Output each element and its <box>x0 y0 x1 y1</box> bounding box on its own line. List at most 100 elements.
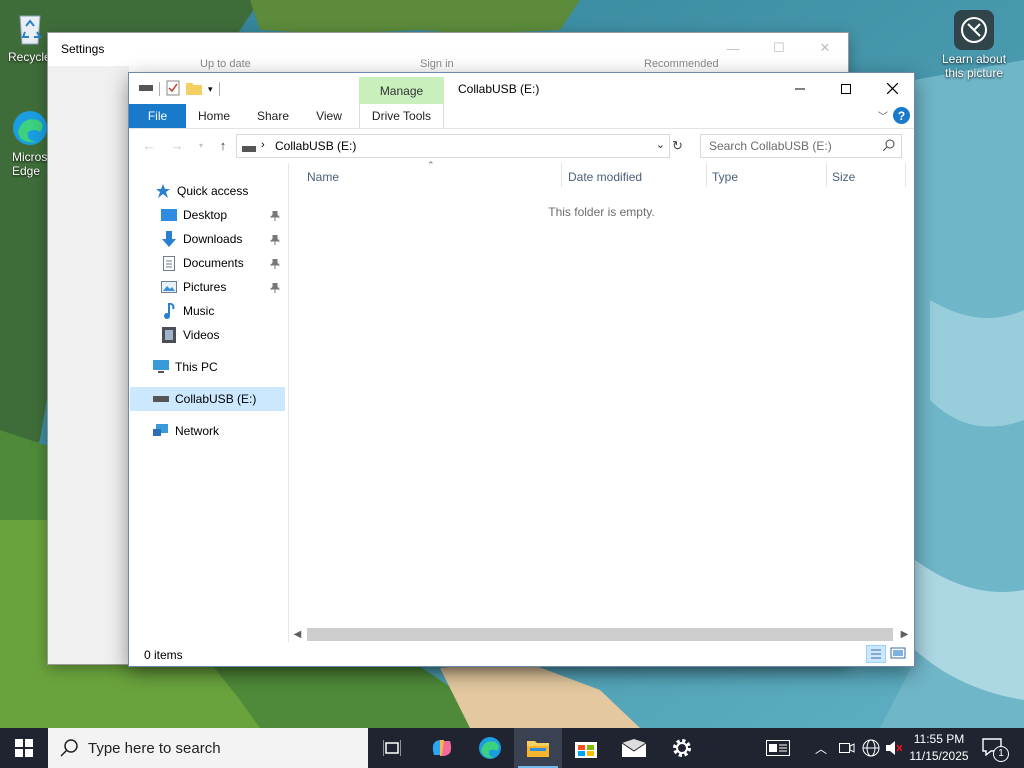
clock-time[interactable]: 11:55 PM <box>908 732 970 746</box>
volume-muted-icon[interactable] <box>886 740 903 759</box>
folder-icon <box>527 741 549 757</box>
camera-aperture-icon <box>954 10 994 50</box>
download-arrow-icon <box>161 231 177 247</box>
nav-downloads[interactable]: Downloads <box>161 227 242 251</box>
column-header-type[interactable]: Type <box>712 170 738 184</box>
pin-icon[interactable] <box>269 234 281 245</box>
new-folder-icon[interactable] <box>186 81 202 98</box>
tab-drive-tools[interactable]: Drive Tools <box>359 104 444 128</box>
drive-icon <box>242 142 256 156</box>
show-hidden-icons-chevron-icon[interactable]: ︿ <box>815 740 827 757</box>
recycle-bin-icon <box>10 8 50 48</box>
breadcrumb-separator-icon: › <box>261 139 265 151</box>
nav-quick-access[interactable]: Quick access <box>155 179 248 203</box>
back-arrow-icon[interactable]: ← <box>139 137 159 153</box>
minimize-button[interactable] <box>777 73 823 104</box>
nav-network[interactable]: Network <box>153 419 219 443</box>
notification-badge: 1 <box>993 746 1009 762</box>
properties-icon[interactable] <box>166 80 180 99</box>
address-bar[interactable]: › CollabUSB (E:) ⌄ <box>236 134 670 158</box>
nav-network-label: Network <box>175 424 220 438</box>
nav-music-label: Music <box>183 304 215 318</box>
search-icon[interactable] <box>882 139 895 154</box>
nav-videos[interactable]: Videos <box>161 323 219 347</box>
file-explorer-window[interactable]: ▾ Manage CollabUSB (E:) File Home Share … <box>129 73 914 666</box>
tab-share[interactable]: Share <box>249 104 297 128</box>
maximize-button[interactable] <box>823 73 869 104</box>
up-arrow-icon[interactable]: ↑ <box>213 137 233 153</box>
scroll-left-icon[interactable]: ◀ <box>289 626 306 643</box>
mail-icon <box>622 739 646 757</box>
column-header-name[interactable]: Name <box>307 170 339 184</box>
large-icons-view-icon[interactable] <box>890 646 906 663</box>
taskbar-search-placeholder: Type here to search <box>88 740 221 757</box>
forward-arrow-icon[interactable]: → <box>167 137 187 153</box>
refresh-icon[interactable]: ↻ <box>672 139 688 153</box>
settings-peek-status: Up to date <box>200 58 251 70</box>
settings-taskbar-button[interactable] <box>658 728 706 768</box>
usb-drive-icon <box>153 391 169 407</box>
scroll-right-icon[interactable]: ▶ <box>896 626 913 643</box>
learn-about-picture-shortcut[interactable]: Learn about this picture <box>938 10 1010 80</box>
pin-icon[interactable] <box>269 258 281 269</box>
navigation-pane: Quick access Desktop Downloads Documents… <box>129 163 289 642</box>
nav-this-pc[interactable]: This PC <box>153 355 218 379</box>
settings-peek-recommended: Recommended <box>644 58 719 70</box>
help-icon[interactable]: ? <box>893 107 910 124</box>
nav-pictures[interactable]: Pictures <box>161 275 226 299</box>
pin-icon[interactable] <box>269 282 281 293</box>
picture-icon <box>161 279 177 295</box>
breadcrumb[interactable]: CollabUSB (E:) <box>275 139 356 153</box>
nav-desktop[interactable]: Desktop <box>161 203 227 227</box>
expand-ribbon-chevron-icon[interactable]: ﹀ <box>878 108 888 123</box>
document-icon <box>161 255 177 271</box>
computer-icon <box>153 359 169 375</box>
address-dropdown-chevron-icon[interactable]: ⌄ <box>656 138 665 151</box>
tab-manage[interactable]: Manage <box>359 77 444 104</box>
navigation-bar: ← → ▾ ↑ › CollabUSB (E:) ⌄ ↻ Search Coll… <box>129 129 914 161</box>
nav-downloads-label: Downloads <box>183 232 243 246</box>
start-button[interactable] <box>0 728 48 768</box>
edge-taskbar-button[interactable] <box>466 728 514 768</box>
clock-date[interactable]: 11/15/2025 <box>906 749 972 763</box>
settings-peek-account: Sign in <box>420 58 454 70</box>
edge-icon <box>10 108 50 148</box>
meet-now-icon[interactable] <box>839 740 855 759</box>
details-view-icon[interactable] <box>866 645 886 663</box>
store-icon <box>575 742 597 758</box>
desktop-folder-icon <box>161 207 177 223</box>
tab-file[interactable]: File <box>129 104 186 128</box>
status-bar: 0 items <box>129 643 914 666</box>
column-header-size[interactable]: Size <box>832 170 855 184</box>
nav-music[interactable]: Music <box>161 299 214 323</box>
file-list[interactable]: ⌃ Name Date modified Type Size This fold… <box>289 160 914 639</box>
copilot-button[interactable] <box>418 728 466 768</box>
recent-locations-chevron-icon[interactable]: ▾ <box>191 137 211 153</box>
quick-access-toolbar: ▾ <box>139 80 226 98</box>
nav-pictures-label: Pictures <box>183 280 227 294</box>
settings-sidebar <box>48 66 129 664</box>
nav-collabusb-drive[interactable]: CollabUSB (E:) <box>130 387 285 411</box>
search-input[interactable]: Search CollabUSB (E:) <box>700 134 902 158</box>
pin-icon[interactable] <box>269 210 281 221</box>
settings-maximize-button[interactable]: ☐ <box>756 33 802 63</box>
notification-center-button[interactable]: 1 <box>982 738 1012 762</box>
network-globe-icon[interactable] <box>862 739 880 760</box>
horizontal-scrollbar[interactable]: ◀ ▶ <box>289 626 914 643</box>
taskbar-search-box[interactable]: Type here to search <box>48 728 368 768</box>
close-button[interactable] <box>869 73 914 104</box>
news-widget-button[interactable] <box>756 728 800 768</box>
tab-home[interactable]: Home <box>191 104 237 128</box>
column-header-date-modified[interactable]: Date modified <box>568 170 642 184</box>
title-bar[interactable]: ▾ Manage CollabUSB (E:) <box>129 73 914 104</box>
store-button[interactable] <box>562 728 610 768</box>
task-view-button[interactable] <box>368 728 416 768</box>
file-explorer-taskbar-button[interactable] <box>514 728 562 768</box>
scrollbar-thumb[interactable] <box>307 628 893 641</box>
settings-close-button[interactable]: ✕ <box>802 33 848 63</box>
nav-documents[interactable]: Documents <box>161 251 244 275</box>
nav-drive-label: CollabUSB (E:) <box>175 392 257 406</box>
mail-button[interactable] <box>610 728 658 768</box>
tab-view[interactable]: View <box>307 104 351 128</box>
customize-toolbar-icon[interactable]: ▾ <box>208 84 213 95</box>
